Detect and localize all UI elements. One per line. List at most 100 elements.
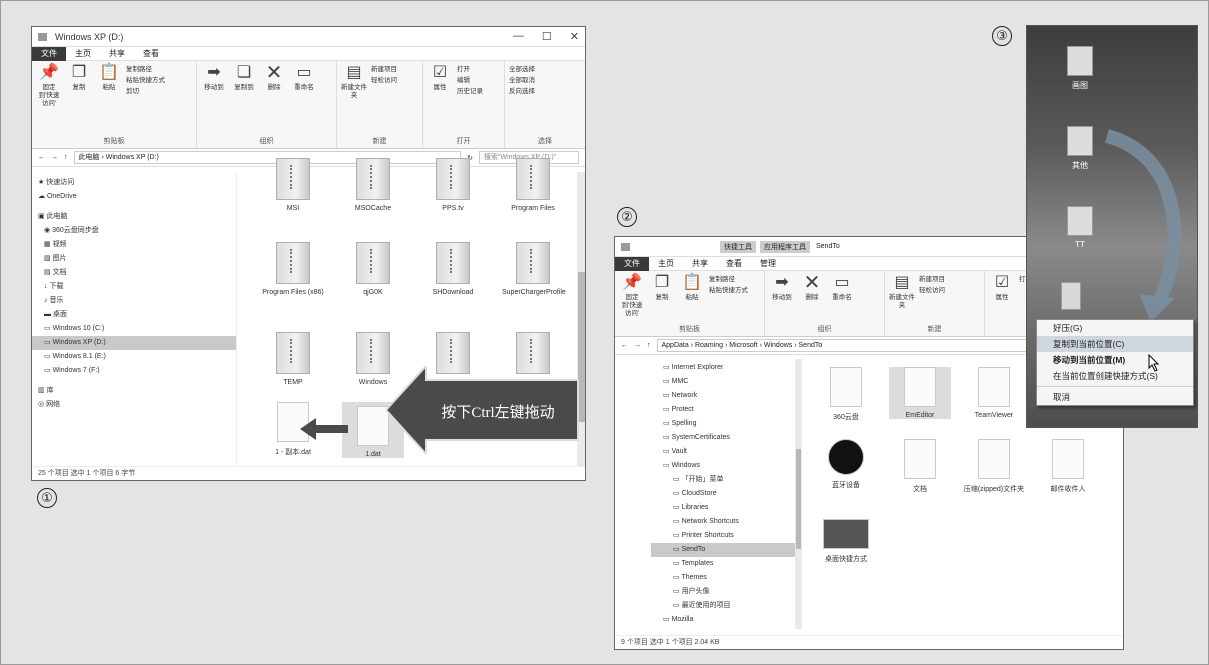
select-none-button[interactable]: 全部取消: [509, 75, 535, 86]
file-item[interactable]: PPS.tv: [422, 158, 484, 212]
file-item[interactable]: SuperChargerProfile: [502, 242, 566, 296]
file-item[interactable]: MSOCache: [342, 158, 404, 212]
nav-item[interactable]: ▭ Vault: [651, 445, 800, 459]
scrollbar[interactable]: [795, 359, 802, 629]
pin-button[interactable]: 📌 固定到'快速访问': [619, 274, 645, 318]
nav-item[interactable]: ▭ Windows XP (D:): [32, 336, 236, 350]
maximize-button[interactable]: ☐: [542, 30, 552, 43]
context-tab-app[interactable]: 应用程序工具: [760, 240, 810, 253]
nav-item[interactable]: ☁ OneDrive: [32, 190, 236, 204]
copy-path-button[interactable]: 复制路径: [709, 274, 748, 285]
nav-item[interactable]: ▭ Themes: [651, 571, 800, 585]
context-tab-shortcut[interactable]: 快捷工具: [720, 240, 756, 253]
file-item[interactable]: 文档: [889, 439, 951, 494]
tab-view[interactable]: 查看: [717, 258, 751, 269]
nav-item[interactable]: ▭ MMC: [651, 375, 800, 389]
file-item[interactable]: TEMP: [262, 332, 324, 386]
move-to-button[interactable]: ➡ 移动到: [769, 274, 795, 302]
up-arrow-icon[interactable]: ↑: [64, 154, 68, 161]
file-item[interactable]: EmEditor: [889, 367, 951, 419]
breadcrumb-microsoft[interactable]: Microsoft: [729, 342, 757, 349]
desktop-icon[interactable]: 画图: [1055, 46, 1105, 91]
properties-button[interactable]: ☑ 属性: [989, 274, 1015, 302]
copy-path-button[interactable]: 复制路径: [126, 64, 165, 75]
nav-item[interactable]: ▭ Templates: [651, 557, 800, 571]
history-button[interactable]: 历史记录: [457, 86, 483, 97]
edit-button[interactable]: 编辑: [457, 75, 483, 86]
delete-button[interactable]: ✕ 删除: [799, 273, 825, 302]
file-item[interactable]: Program Files (x86): [262, 242, 324, 296]
rename-button[interactable]: ▭ 重命名: [291, 64, 317, 92]
context-menu-item[interactable]: 在当前位置创建快捷方式(S): [1037, 368, 1193, 384]
copy-to-button[interactable]: ❏ 复制到: [231, 64, 257, 92]
nav-item[interactable]: ▥ 库: [32, 384, 236, 398]
nav-item[interactable]: ▭ Internet Explorer: [651, 361, 800, 375]
context-menu-item[interactable]: 取消: [1037, 389, 1193, 405]
tab-share[interactable]: 共享: [100, 48, 134, 59]
back-arrow-icon[interactable]: ←: [621, 342, 628, 349]
tab-home[interactable]: 主页: [649, 258, 683, 269]
file-item[interactable]: Program Files: [502, 158, 564, 212]
file-item[interactable]: MSI: [262, 158, 324, 212]
copy-button[interactable]: ❐ 复制: [66, 64, 92, 92]
new-item-button[interactable]: 新建项目: [371, 64, 397, 75]
nav-item[interactable]: ▭ 最近使用的项目: [651, 599, 800, 613]
nav-item[interactable]: ▭ SendTo: [651, 543, 800, 557]
pin-button[interactable]: 📌 固定到'快速访问': [36, 64, 62, 108]
nav-item[interactable]: ▧ 图片: [32, 252, 236, 266]
nav-item[interactable]: ◉ 360云盘同步盘: [32, 224, 236, 238]
file-item[interactable]: SHDownload: [422, 242, 484, 296]
nav-item[interactable]: ▦ 视频: [32, 238, 236, 252]
new-item-button[interactable]: 新建项目: [919, 274, 945, 285]
nav-item[interactable]: ▭ Protect: [651, 403, 800, 417]
back-arrow-icon[interactable]: ←: [38, 154, 45, 161]
invert-selection-button[interactable]: 反向选择: [509, 86, 535, 97]
nav-item[interactable]: ▭ Mozilla: [651, 613, 800, 627]
easy-access-button[interactable]: 轻松访问: [919, 285, 945, 296]
nav-item[interactable]: ♪ 音乐: [32, 294, 236, 308]
nav-item[interactable]: ▭ 用户头像: [651, 585, 800, 599]
cut-button[interactable]: 剪切: [126, 86, 165, 97]
tab-view[interactable]: 查看: [134, 48, 168, 59]
nav-item[interactable]: ◎ 网络: [32, 398, 236, 412]
new-folder-button[interactable]: ▤ 新建文件夹: [341, 64, 367, 100]
file-item[interactable]: qjG0K: [342, 242, 404, 296]
nav-item[interactable]: ▤ 文档: [32, 266, 236, 280]
nav-item[interactable]: ▭ 「开始」菜单: [651, 473, 800, 487]
tab-file[interactable]: 文件: [32, 46, 66, 61]
nav-item[interactable]: ★ 快速访问: [32, 176, 236, 190]
nav-item[interactable]: ▭ Windows 10 (C:): [32, 322, 236, 336]
context-menu-item[interactable]: 复制到当前位置(C): [1037, 336, 1193, 352]
nav-item[interactable]: ↓ 下载: [32, 280, 236, 294]
scroll-thumb[interactable]: [796, 449, 801, 549]
nav-item[interactable]: ▭ Network: [651, 389, 800, 403]
nav-item[interactable]: ▭ CloudStore: [651, 487, 800, 501]
new-folder-button[interactable]: ▤ 新建文件夹: [889, 274, 915, 310]
tab-home[interactable]: 主页: [66, 48, 100, 59]
paste-shortcut-button[interactable]: 粘贴快捷方式: [126, 75, 165, 86]
file-item[interactable]: 360云盘: [815, 367, 877, 422]
minimize-button[interactable]: —: [513, 30, 524, 43]
nav-item[interactable]: ▣ 此电脑: [32, 210, 236, 224]
delete-button[interactable]: ✕ 删除: [261, 63, 287, 92]
select-all-button[interactable]: 全部选择: [509, 64, 535, 75]
breadcrumb-appdata[interactable]: AppData: [662, 342, 689, 349]
nav-item[interactable]: ▭ Printer Shortcuts: [651, 529, 800, 543]
forward-arrow-icon[interactable]: →: [634, 342, 641, 349]
file-item[interactable]: 桌面快捷方式: [815, 519, 877, 564]
file-item[interactable]: 邮件收件人: [1037, 439, 1099, 494]
breadcrumb-roaming[interactable]: Roaming: [695, 342, 723, 349]
context-menu-item[interactable]: 移动到当前位置(M): [1037, 352, 1193, 368]
copy-button[interactable]: ❐ 复制: [649, 274, 675, 302]
nav-item[interactable]: ▬ 桌面: [32, 308, 236, 322]
tab-manage[interactable]: 管理: [751, 258, 785, 269]
close-button[interactable]: ✕: [570, 30, 579, 43]
nav-item[interactable]: ▭ Windows 7 (F:): [32, 364, 236, 378]
up-arrow-icon[interactable]: ↑: [647, 342, 651, 349]
paste-button[interactable]: 📋 粘贴: [96, 64, 122, 92]
forward-arrow-icon[interactable]: →: [51, 154, 58, 161]
nav-item[interactable]: ▭ Windows 8.1 (E:): [32, 350, 236, 364]
folder-icon[interactable]: [1061, 282, 1081, 310]
nav-item[interactable]: ▭ SystemCertificates: [651, 431, 800, 445]
move-to-button[interactable]: ➡ 移动到: [201, 64, 227, 92]
